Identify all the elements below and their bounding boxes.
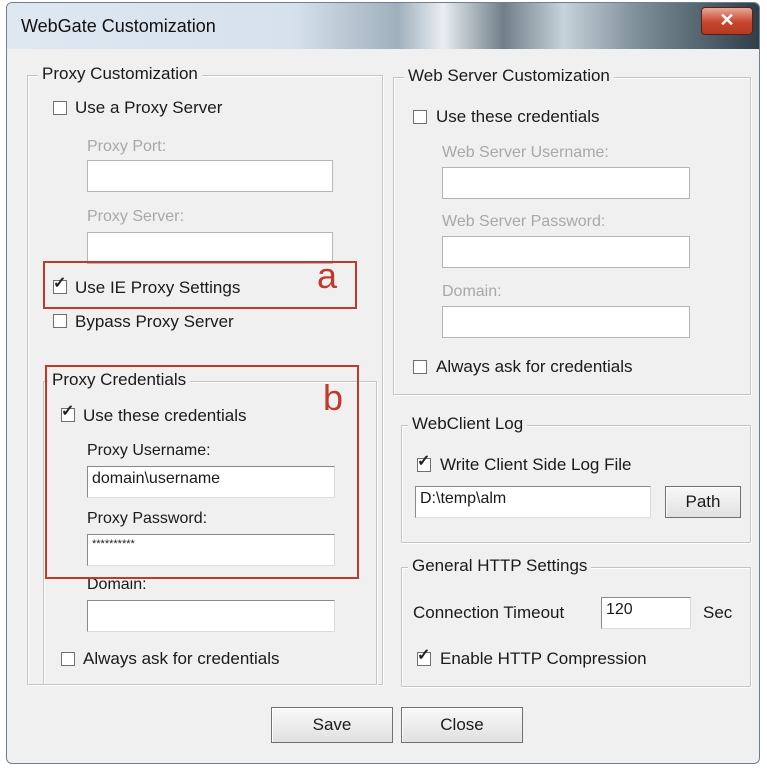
proxy-always-ask-checkbox[interactable] — [61, 652, 75, 666]
annotation-label-a: a — [317, 255, 338, 296]
web-server-always-ask-label: Always ask for credentials — [436, 357, 633, 376]
general-http-settings-group: General HTTP Settings — [401, 556, 751, 687]
proxy-server-label: Proxy Server: — [87, 208, 184, 225]
web-server-domain-label: Domain: — [442, 283, 502, 300]
bypass-proxy-server-checkbox[interactable] — [53, 314, 67, 328]
proxy-port-label: Proxy Port: — [87, 138, 167, 155]
web-server-use-credentials-label: Use these credentials — [436, 107, 600, 126]
webclient-log-legend: WebClient Log — [408, 414, 528, 434]
log-path-input[interactable]: D:\temp\alm — [415, 486, 651, 518]
web-server-always-ask-checkbox[interactable] — [413, 360, 427, 374]
close-window-button[interactable]: ✕ — [701, 7, 753, 35]
proxy-port-input[interactable] — [87, 160, 333, 192]
general-http-settings-legend: General HTTP Settings — [408, 556, 592, 576]
connection-timeout-input[interactable]: 120 — [601, 597, 691, 629]
web-server-customization-legend: Web Server Customization — [404, 66, 614, 86]
proxy-server-input[interactable] — [87, 232, 333, 264]
http-compression-label: Enable HTTP Compression — [440, 649, 647, 668]
write-log-file-checkbox[interactable]: ✓ — [417, 454, 431, 472]
annotation-label-b: b — [323, 377, 344, 418]
use-proxy-server-checkbox[interactable] — [53, 101, 67, 115]
use-proxy-server-label: Use a Proxy Server — [75, 98, 223, 117]
connection-timeout-label: Connection Timeout — [413, 603, 565, 622]
annotation-box-b — [45, 365, 359, 579]
checkmark-icon: ✓ — [417, 647, 431, 664]
dialog-client-area: Proxy Customization Proxy Credentials Us… — [15, 49, 751, 757]
write-log-file-label: Write Client Side Log File — [440, 455, 632, 474]
webclient-log-group: WebClient Log — [401, 414, 751, 543]
window-title: WebGate Customization — [21, 16, 216, 36]
dialog-window: WebGate Customization ✕ Proxy Customizat… — [6, 2, 760, 764]
bypass-proxy-server-label: Bypass Proxy Server — [75, 312, 234, 331]
web-server-use-credentials-checkbox[interactable] — [413, 110, 427, 124]
path-button[interactable]: Path — [665, 486, 741, 518]
web-server-username-label: Web Server Username: — [442, 144, 609, 161]
proxy-domain-input[interactable] — [87, 600, 335, 632]
save-button[interactable]: Save — [271, 707, 393, 743]
title-bar[interactable]: WebGate Customization ✕ — [7, 3, 759, 49]
web-server-username-input[interactable] — [442, 167, 690, 199]
checkmark-icon: ✓ — [417, 453, 431, 470]
annotation-box-a — [43, 261, 357, 309]
timeout-unit-label: Sec — [703, 603, 733, 622]
close-button[interactable]: Close — [401, 707, 523, 743]
web-server-password-label: Web Server Password: — [442, 213, 606, 230]
close-icon: ✕ — [719, 10, 735, 30]
web-server-password-input[interactable] — [442, 236, 690, 268]
web-server-domain-input[interactable] — [442, 306, 690, 338]
proxy-always-ask-label: Always ask for credentials — [83, 649, 280, 668]
http-compression-checkbox[interactable]: ✓ — [417, 648, 431, 666]
proxy-customization-legend: Proxy Customization — [38, 64, 202, 84]
